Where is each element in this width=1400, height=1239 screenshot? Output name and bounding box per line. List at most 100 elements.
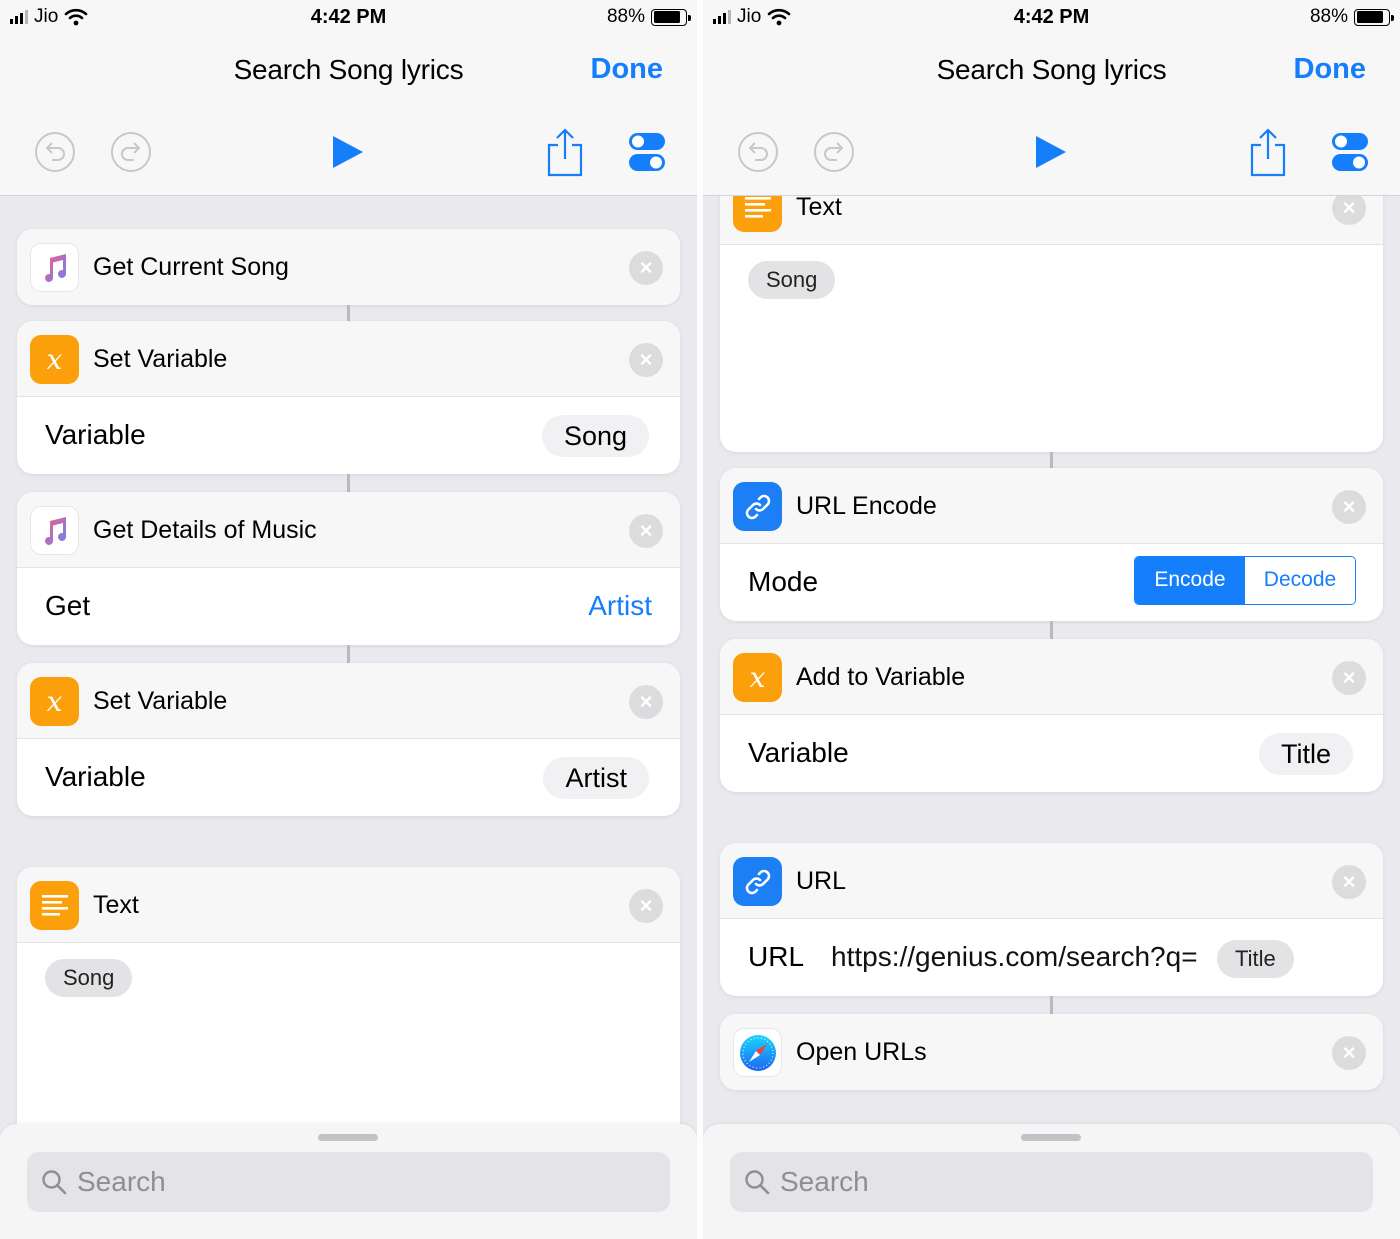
text-icon bbox=[733, 196, 782, 232]
action-card-open-urls[interactable]: Open URLs × bbox=[720, 1014, 1383, 1090]
card-header: URL × bbox=[720, 843, 1383, 919]
action-search-sheet: Search bbox=[0, 1124, 697, 1239]
card-row: Variable Song bbox=[17, 397, 680, 474]
share-icon[interactable] bbox=[1249, 127, 1287, 177]
card-title: Text bbox=[93, 891, 139, 919]
connector bbox=[1050, 452, 1053, 468]
done-button[interactable]: Done bbox=[1294, 53, 1367, 86]
link-icon bbox=[733, 482, 782, 531]
action-card-text[interactable]: Text × Song bbox=[17, 867, 680, 1167]
sheet-grabber[interactable] bbox=[318, 1134, 378, 1141]
variable-name-field[interactable]: Artist bbox=[543, 757, 649, 799]
search-placeholder: Search bbox=[780, 1166, 869, 1197]
card-row: URL https://genius.com/search?q= Title bbox=[720, 919, 1383, 996]
workflow-content[interactable]: Text × Song URL Encode × Mode Encode Dec… bbox=[703, 196, 1400, 1239]
battery: 88% bbox=[606, 6, 691, 28]
card-header: x Add to Variable × bbox=[720, 639, 1383, 715]
sheet-grabber[interactable] bbox=[1021, 1134, 1081, 1141]
close-icon[interactable]: × bbox=[629, 514, 663, 548]
left-screen: Jio 4:42 PM 88% Search Song lyrics Done … bbox=[0, 0, 697, 1239]
text-body[interactable]: Song bbox=[720, 245, 1383, 299]
battery-icon bbox=[1354, 8, 1394, 26]
variable-token[interactable]: Title bbox=[1217, 940, 1294, 978]
action-card-set-variable-artist[interactable]: x Set Variable × Variable Artist bbox=[17, 663, 680, 816]
variable-token[interactable]: Song bbox=[45, 959, 133, 997]
action-card-text[interactable]: Text × Song bbox=[720, 196, 1383, 452]
card-title: URL Encode bbox=[796, 492, 937, 520]
detail-selector[interactable]: Artist bbox=[588, 590, 652, 622]
url-input[interactable]: https://genius.com/search?q= bbox=[831, 941, 1198, 973]
connector bbox=[347, 645, 350, 663]
close-icon[interactable]: × bbox=[629, 251, 663, 285]
workflow-content[interactable]: Get Current Song × x Set Variable × Vari… bbox=[0, 196, 697, 1239]
close-icon[interactable]: × bbox=[1332, 196, 1366, 225]
card-row: Variable Title bbox=[720, 715, 1383, 792]
battery-percent: 88% bbox=[1309, 6, 1348, 27]
card-title: Get Details of Music bbox=[93, 516, 317, 544]
card-header: x Set Variable × bbox=[17, 663, 680, 739]
share-icon[interactable] bbox=[546, 127, 584, 177]
variable-token[interactable]: Song bbox=[748, 261, 836, 299]
card-header: Text × bbox=[17, 867, 680, 943]
card-title: Set Variable bbox=[93, 345, 228, 373]
card-row: Get Artist bbox=[17, 568, 680, 645]
play-icon[interactable] bbox=[1034, 134, 1068, 170]
text-body[interactable]: Song bbox=[17, 943, 680, 997]
search-field[interactable]: Search bbox=[27, 1152, 670, 1212]
card-title: Open URLs bbox=[796, 1038, 927, 1066]
action-card-add-to-variable[interactable]: x Add to Variable × Variable Title bbox=[720, 639, 1383, 792]
connector bbox=[347, 474, 350, 492]
close-icon[interactable]: × bbox=[629, 343, 663, 377]
safari-icon bbox=[733, 1028, 782, 1077]
card-row: Mode Encode Decode bbox=[720, 544, 1383, 621]
search-placeholder: Search bbox=[77, 1166, 166, 1197]
close-icon[interactable]: × bbox=[629, 889, 663, 923]
header: Jio 4:42 PM 88% Search Song lyrics Done bbox=[0, 0, 697, 196]
card-title: Text bbox=[796, 196, 842, 221]
battery-percent: 88% bbox=[606, 6, 645, 27]
close-icon[interactable]: × bbox=[1332, 1036, 1366, 1070]
done-button[interactable]: Done bbox=[591, 53, 664, 86]
link-icon bbox=[733, 857, 782, 906]
variable-name-field[interactable]: Title bbox=[1258, 733, 1353, 775]
play-icon[interactable] bbox=[331, 134, 365, 170]
card-title: Add to Variable bbox=[796, 663, 966, 691]
segment-decode[interactable]: Decode bbox=[1245, 557, 1355, 604]
action-card-set-variable-song[interactable]: x Set Variable × Variable Song bbox=[17, 321, 680, 474]
redo-icon[interactable] bbox=[813, 131, 855, 173]
variable-name-field[interactable]: Song bbox=[541, 415, 649, 457]
battery: 88% bbox=[1309, 6, 1394, 28]
search-icon bbox=[745, 1170, 770, 1195]
variable-icon: x bbox=[733, 653, 782, 702]
action-card-url[interactable]: URL × URL https://genius.com/search?q= T… bbox=[720, 843, 1383, 996]
card-title: Get Current Song bbox=[93, 253, 289, 281]
undo-icon[interactable] bbox=[34, 131, 76, 173]
card-title: URL bbox=[796, 867, 847, 895]
close-icon[interactable]: × bbox=[1332, 865, 1366, 899]
music-note-icon bbox=[30, 243, 79, 292]
card-title: Set Variable bbox=[93, 687, 228, 715]
close-icon[interactable]: × bbox=[1332, 490, 1366, 524]
settings-toggle-icon[interactable] bbox=[1331, 132, 1369, 172]
row-label: Variable bbox=[45, 419, 146, 450]
connector bbox=[347, 305, 350, 322]
segment-encode[interactable]: Encode bbox=[1135, 557, 1245, 604]
search-icon bbox=[42, 1170, 67, 1195]
card-header: Get Current Song × bbox=[17, 229, 680, 305]
action-card-url-encode[interactable]: URL Encode × Mode Encode Decode bbox=[720, 468, 1383, 621]
settings-toggle-icon[interactable] bbox=[628, 132, 666, 172]
row-label: Variable bbox=[45, 761, 146, 792]
connector bbox=[1050, 996, 1053, 1014]
redo-icon[interactable] bbox=[110, 131, 152, 173]
music-note-icon bbox=[30, 506, 79, 555]
action-card-get-current-song[interactable]: Get Current Song × bbox=[17, 229, 680, 305]
close-icon[interactable]: × bbox=[629, 685, 663, 719]
variable-icon: x bbox=[30, 677, 79, 726]
mode-segmented-control[interactable]: Encode Decode bbox=[1134, 556, 1356, 605]
search-field[interactable]: Search bbox=[730, 1152, 1373, 1212]
undo-icon[interactable] bbox=[737, 131, 779, 173]
action-search-sheet: Search bbox=[703, 1124, 1400, 1239]
row-label: Variable bbox=[748, 737, 849, 768]
close-icon[interactable]: × bbox=[1332, 661, 1366, 695]
action-card-get-details-of-music[interactable]: Get Details of Music × Get Artist bbox=[17, 492, 680, 645]
